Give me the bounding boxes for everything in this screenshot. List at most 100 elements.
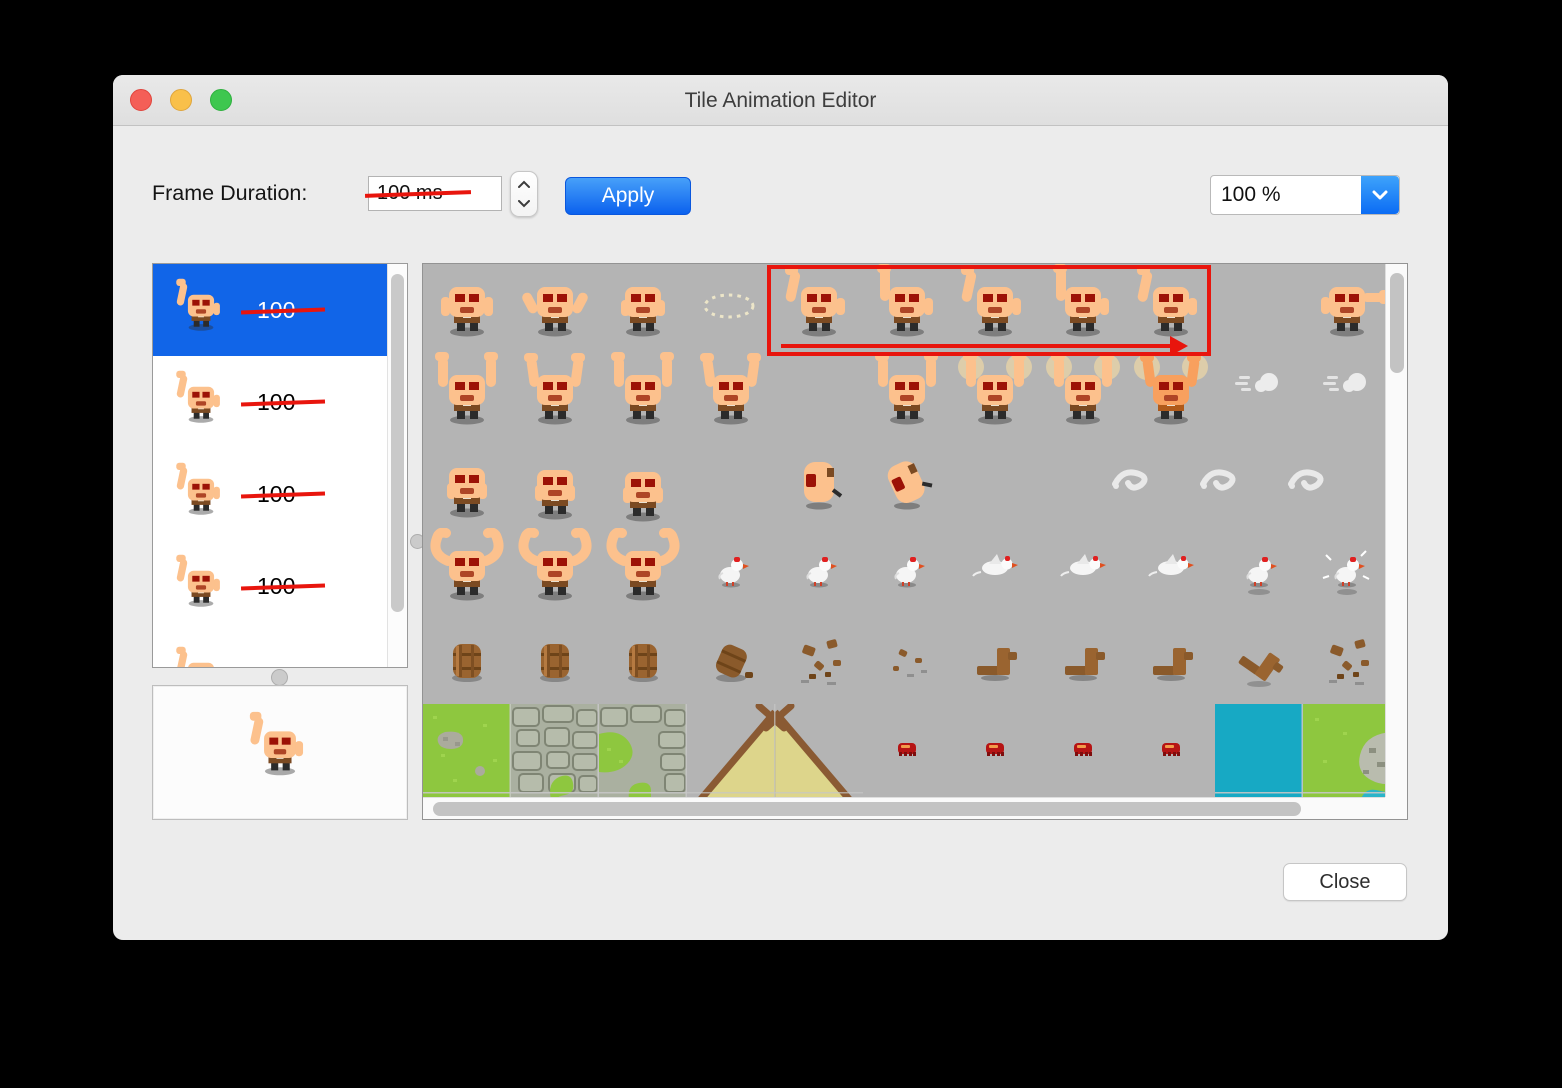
tile-man-hunch2[interactable] bbox=[511, 440, 599, 528]
tile-chicken[interactable] bbox=[687, 528, 775, 616]
frame-item[interactable]: 100 bbox=[153, 632, 387, 667]
tile-stool[interactable] bbox=[951, 616, 1039, 704]
stool-tumble-sprite bbox=[1238, 652, 1284, 687]
frame-item[interactable]: 100 bbox=[153, 264, 387, 356]
stepper-down-icon[interactable] bbox=[518, 195, 530, 213]
tile-man-crouch[interactable] bbox=[599, 440, 687, 528]
tile-man-curl[interactable] bbox=[423, 528, 511, 616]
apply-button[interactable]: Apply bbox=[565, 177, 691, 215]
tile-debris[interactable] bbox=[1303, 616, 1387, 704]
screenshot-stage: Tile Animation Editor Frame Duration: 10… bbox=[0, 0, 1562, 1088]
tileset-hscrollbar[interactable] bbox=[423, 797, 1387, 819]
tile-stool[interactable] bbox=[1039, 616, 1127, 704]
tile-man-up[interactable] bbox=[599, 352, 687, 440]
man-wide-sprite bbox=[522, 287, 588, 337]
zoom-select[interactable]: 100 % bbox=[1210, 175, 1400, 215]
tile-man-roll[interactable] bbox=[775, 440, 863, 528]
frame-item[interactable]: 100 bbox=[153, 540, 387, 632]
tile-bug[interactable] bbox=[1039, 704, 1127, 799]
tile-man-wide[interactable] bbox=[511, 264, 599, 352]
tile-barrel-broken[interactable] bbox=[687, 616, 775, 704]
tile-man-curl2[interactable] bbox=[511, 528, 599, 616]
frame-item[interactable]: 100 bbox=[153, 356, 387, 448]
zoom-window-icon[interactable] bbox=[210, 89, 232, 111]
tile-barrel[interactable] bbox=[511, 616, 599, 704]
tile-man-up-glow[interactable] bbox=[1039, 352, 1127, 440]
man-wave-sprite bbox=[176, 646, 214, 667]
frame-list-scrollbar[interactable] bbox=[387, 264, 407, 667]
tileset-vscrollbar-thumb[interactable] bbox=[1390, 273, 1404, 373]
chevron-down-icon[interactable] bbox=[1361, 176, 1399, 214]
animation-preview bbox=[152, 685, 408, 820]
man-roll-sprite bbox=[804, 462, 843, 510]
tile-smoke-dash[interactable] bbox=[1215, 352, 1303, 440]
tileset-hscrollbar-thumb[interactable] bbox=[433, 802, 1301, 816]
tile-empty[interactable] bbox=[1215, 264, 1303, 352]
minimize-window-icon[interactable] bbox=[170, 89, 192, 111]
tile-man-stand[interactable] bbox=[423, 264, 511, 352]
tile-man-up[interactable] bbox=[423, 352, 511, 440]
tile-debris[interactable] bbox=[775, 616, 863, 704]
tile-man-hunch[interactable] bbox=[423, 440, 511, 528]
tile-grass[interactable] bbox=[423, 704, 511, 799]
tile-barrel[interactable] bbox=[423, 616, 511, 704]
tile-empty[interactable] bbox=[687, 440, 775, 528]
tile-chicken-land[interactable] bbox=[1215, 528, 1303, 616]
close-window-icon[interactable] bbox=[130, 89, 152, 111]
tile-barrel[interactable] bbox=[599, 616, 687, 704]
close-button[interactable]: Close bbox=[1283, 863, 1407, 901]
smoke-swirl-sprite bbox=[1288, 469, 1324, 491]
tile-tent[interactable] bbox=[687, 704, 863, 799]
man-wave-sprite bbox=[176, 554, 220, 607]
man-hunch-sprite bbox=[447, 468, 487, 518]
frame-thumbnail bbox=[169, 370, 233, 434]
tile-stonegrass[interactable] bbox=[599, 704, 687, 799]
tile-debris-sm[interactable] bbox=[863, 616, 951, 704]
tile-chicken-fly[interactable] bbox=[951, 528, 1039, 616]
tile-empty[interactable] bbox=[775, 352, 863, 440]
chicken-fly-sprite bbox=[1148, 554, 1194, 577]
tile-man-up-hot[interactable] bbox=[1127, 352, 1215, 440]
tile-bug[interactable] bbox=[1127, 704, 1215, 799]
grass-sprite bbox=[423, 704, 511, 799]
frame-duration-stepper[interactable] bbox=[510, 171, 538, 217]
tile-man-up2[interactable] bbox=[687, 352, 775, 440]
stepper-up-icon[interactable] bbox=[518, 175, 530, 193]
tile-grassrock[interactable] bbox=[1303, 704, 1387, 799]
tile-smoke-swirl[interactable] bbox=[1288, 440, 1387, 528]
tile-stool-tumble[interactable] bbox=[1215, 616, 1303, 704]
chicken-sprite bbox=[806, 557, 837, 588]
titlebar: Tile Animation Editor bbox=[113, 75, 1448, 126]
frame-list-scrollbar-thumb[interactable] bbox=[391, 274, 404, 612]
tile-stool[interactable] bbox=[1127, 616, 1215, 704]
tile-man-up-glow[interactable] bbox=[951, 352, 1039, 440]
tile-chicken[interactable] bbox=[775, 528, 863, 616]
tile-ellipse[interactable] bbox=[687, 264, 775, 352]
tileset-vscrollbar[interactable] bbox=[1385, 264, 1407, 799]
tile-chicken-fly[interactable] bbox=[1127, 528, 1215, 616]
tile-empty[interactable] bbox=[951, 440, 1039, 528]
tile-chicken[interactable] bbox=[863, 528, 951, 616]
ellipse-sprite bbox=[703, 293, 755, 319]
tile-man-up[interactable] bbox=[863, 352, 951, 440]
frame-rows: 100 100 100 100 100 bbox=[153, 264, 387, 667]
tile-water[interactable] bbox=[1215, 704, 1303, 799]
frame-item[interactable]: 100 bbox=[153, 448, 387, 540]
tile-chicken-fly[interactable] bbox=[1039, 528, 1127, 616]
tile-man-stand2[interactable] bbox=[599, 264, 687, 352]
tile-smoke-dash[interactable] bbox=[1303, 352, 1387, 440]
tile-man-curl[interactable] bbox=[599, 528, 687, 616]
man-up2-sprite bbox=[524, 353, 585, 425]
tile-man-up2[interactable] bbox=[511, 352, 599, 440]
man-up-hot-sprite bbox=[1134, 353, 1208, 425]
tile-chicken-flap[interactable] bbox=[1303, 528, 1387, 616]
debris-sm-sprite bbox=[893, 649, 927, 677]
tile-man-roll2[interactable] bbox=[863, 440, 951, 528]
splitter-handle-horizontal[interactable] bbox=[271, 669, 288, 686]
smoke-swirl-sprite bbox=[1112, 469, 1148, 491]
tile-stone[interactable] bbox=[511, 704, 599, 799]
tile-man-punch[interactable] bbox=[1303, 264, 1387, 352]
frame-thumbnail bbox=[169, 278, 233, 342]
tile-bug[interactable] bbox=[863, 704, 951, 799]
tile-bug[interactable] bbox=[951, 704, 1039, 799]
